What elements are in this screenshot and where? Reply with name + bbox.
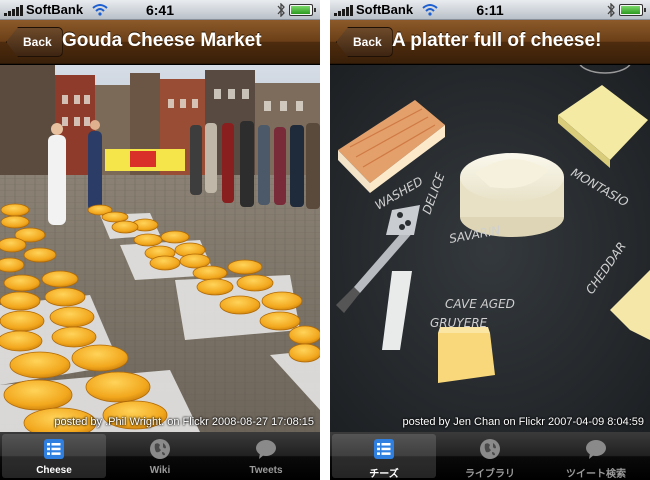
tab-tweet-search[interactable]: ツイート検索 [544,434,648,480]
page-title: A platter full of cheese! [392,30,602,51]
chalk-label-cave-aged: CAVE AGED [445,297,515,311]
list-icon [374,439,394,459]
globe-icon [150,439,170,459]
battery-icon [289,4,316,16]
bluetooth-icon [277,3,285,17]
tab-label-library: ライブラリ [465,469,515,480]
back-button[interactable]: Back [6,27,63,57]
page-title: Gouda Cheese Market [62,30,262,51]
tab-label-cheese: Cheese [36,465,72,476]
status-bar: SoftBank 6:11 [330,0,650,20]
tab-label-tweet-search: ツイート検索 [566,469,626,480]
clock-time: 6:41 [145,2,175,18]
navigation-bar: Back A platter full of cheese! [330,20,650,64]
tab-bar: Cheese Wiki Tweets [0,432,320,480]
chalk-label-gruyere: GRUYERE [430,316,488,330]
phone-screen-gouda: SoftBank 6:41 Back Gouda Cheese Market p… [0,0,320,480]
status-bar: SoftBank 6:41 [0,0,320,20]
tab-tweets[interactable]: Tweets [214,434,318,478]
speech-bubble-icon [586,440,606,459]
tab-library[interactable]: ライブラリ [438,434,542,480]
tab-label-cheese: チーズ [369,469,399,480]
platter-image: CAVE AGED GRUYERE SAVARIN CHEDDAR DELICE… [330,65,650,432]
market-image [0,65,320,432]
photo-credit: posted by .Phil Wright. on Flickr 2008-0… [54,416,314,428]
photo-credit: posted by Jen Chan on Flickr 2007-04-09 … [402,416,644,428]
battery-icon [619,4,646,16]
tab-label-tweets: Tweets [249,465,283,476]
cheese-platter-photo[interactable]: CAVE AGED GRUYERE SAVARIN CHEDDAR DELICE… [330,65,650,432]
globe-icon [480,439,500,459]
list-icon [44,439,64,459]
phone-screen-platter: SoftBank 6:11 Back A platter full of che… [330,0,650,480]
bluetooth-icon [607,3,615,17]
clock-time: 6:11 [476,2,504,18]
cheese-market-photo[interactable]: posted by .Phil Wright. on Flickr 2008-0… [0,65,320,432]
tab-wiki[interactable]: Wiki [108,434,212,478]
tab-cheese[interactable]: チーズ [332,434,436,480]
back-button[interactable]: Back [336,27,393,57]
tab-bar: チーズ ライブラリ ツイート検索 [330,432,650,480]
speech-bubble-icon [256,440,276,459]
tab-label-wiki: Wiki [149,465,171,476]
tab-cheese[interactable]: Cheese [2,434,106,478]
navigation-bar: Back Gouda Cheese Market [0,20,320,64]
